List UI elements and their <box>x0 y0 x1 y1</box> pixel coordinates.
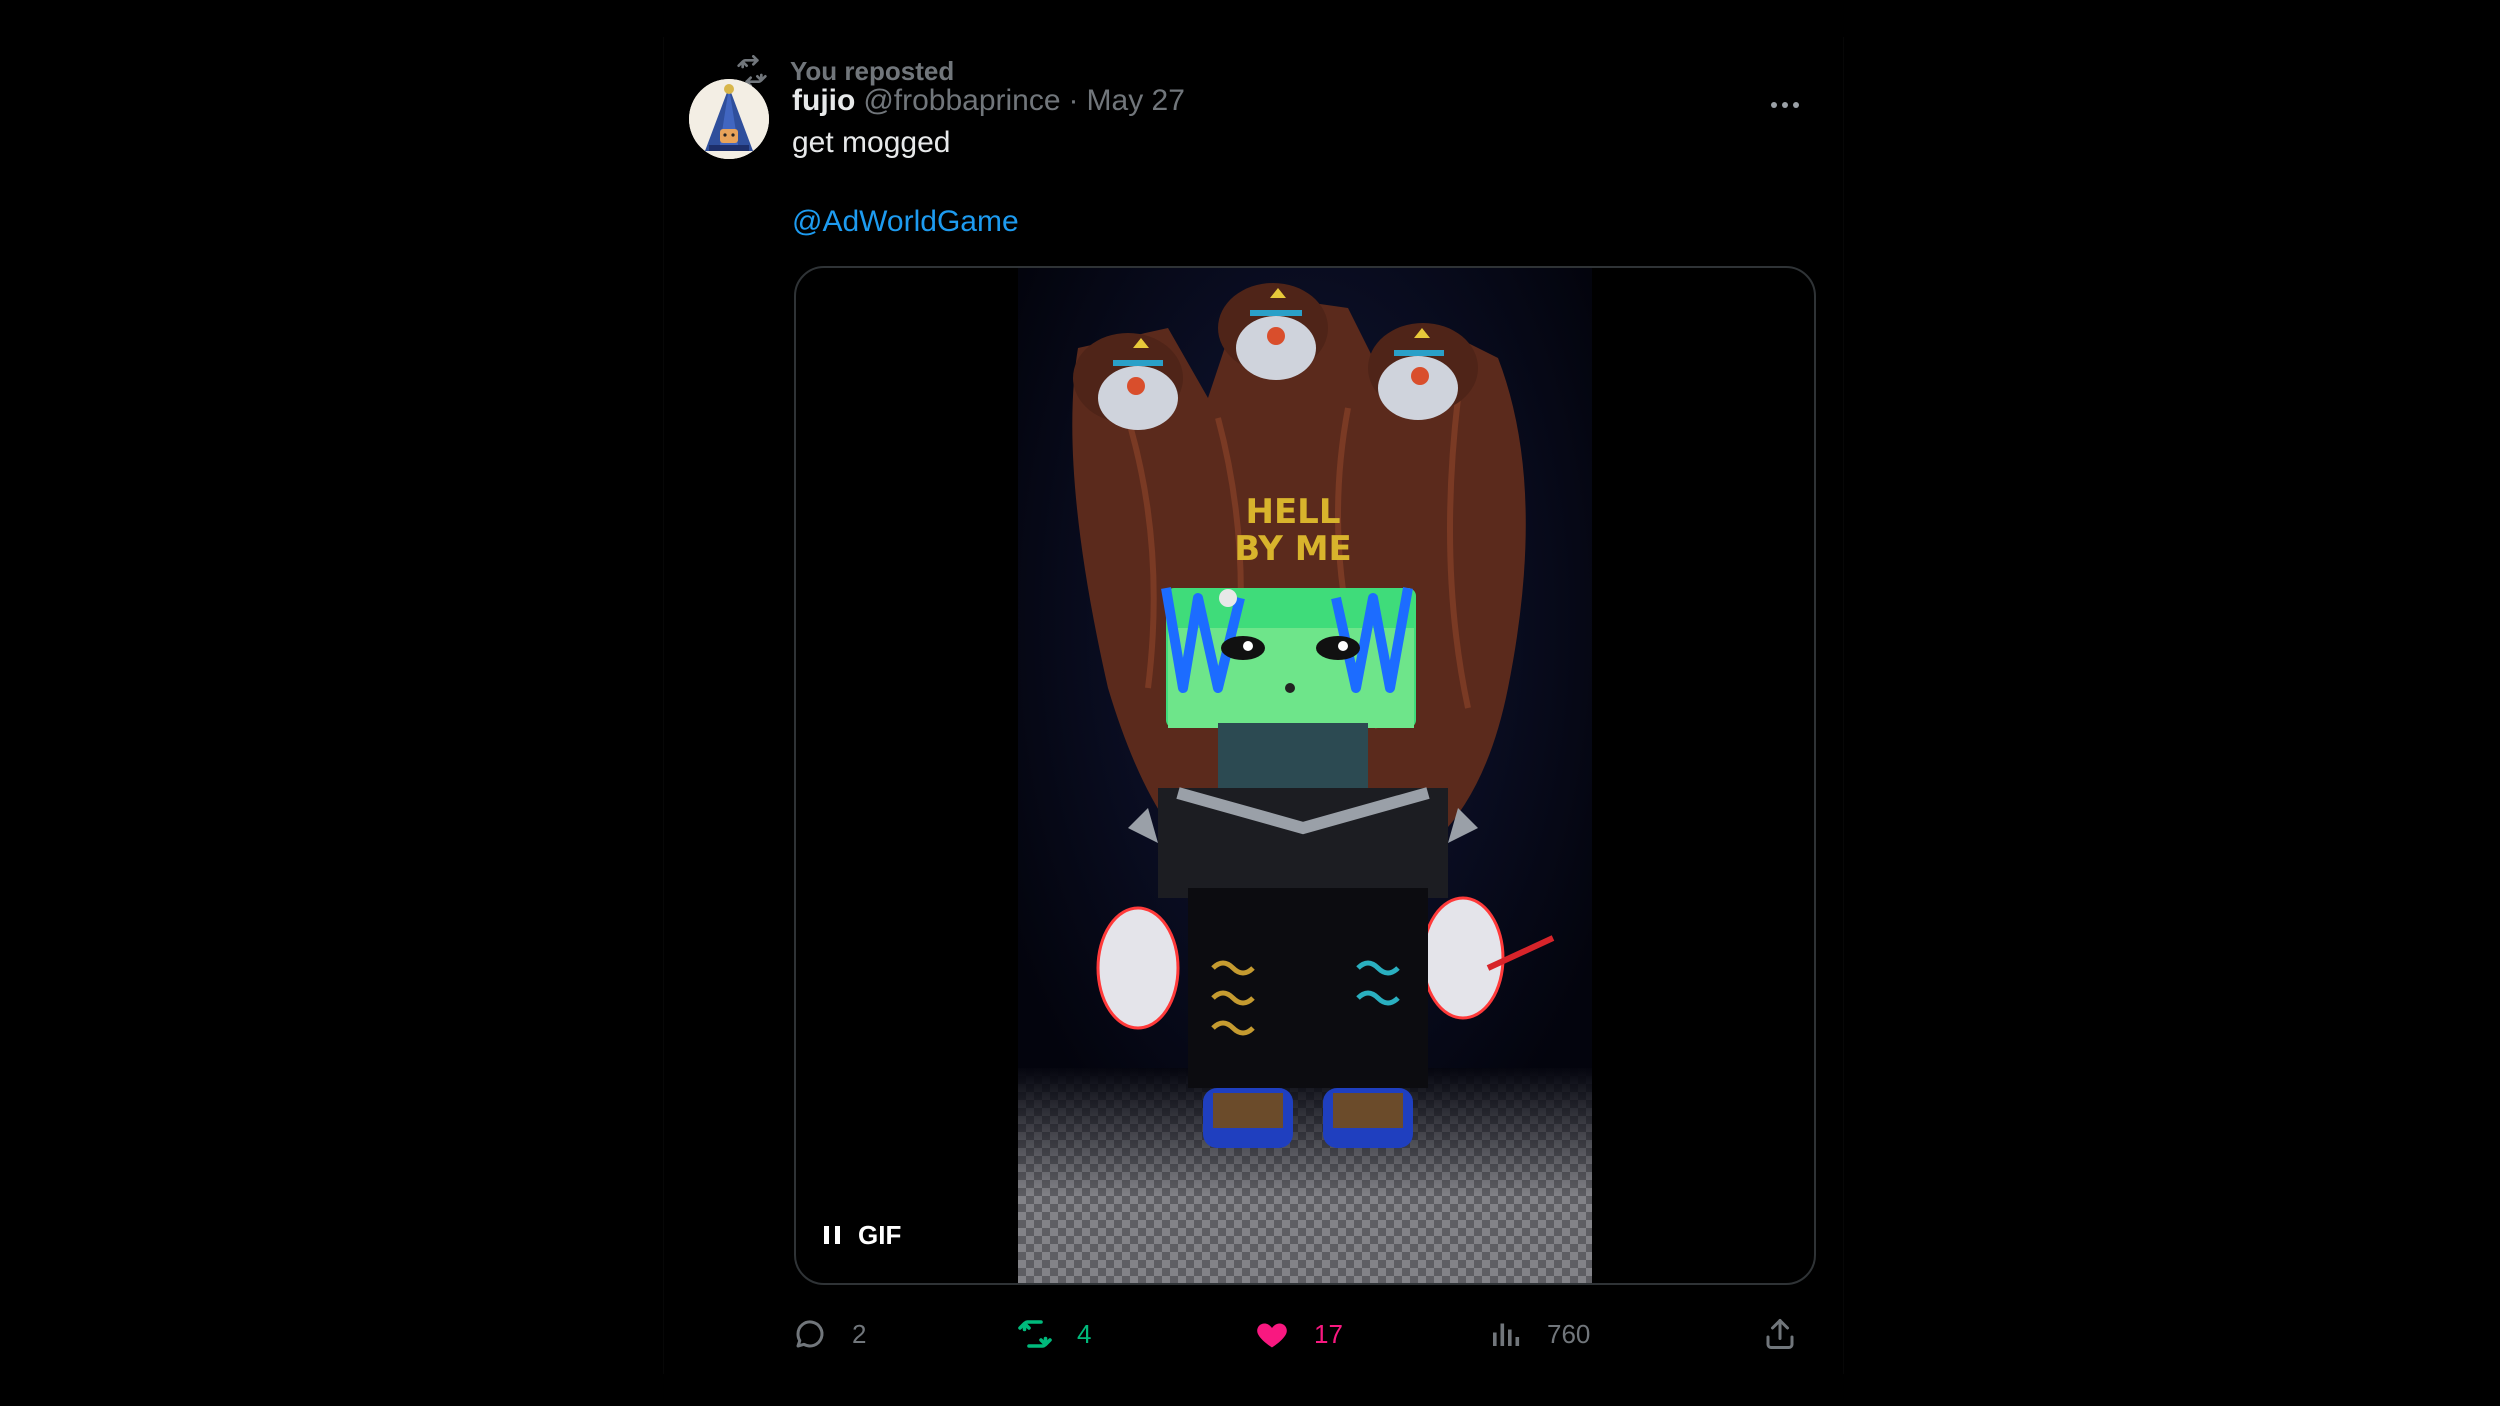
reply-button[interactable]: 2 <box>792 1309 866 1359</box>
more-icon-dot <box>1793 102 1799 108</box>
author-name[interactable]: fujio <box>792 84 855 118</box>
pause-bar <box>824 1226 829 1244</box>
tweet-actions: 2 4 17 760 <box>792 1309 1812 1359</box>
pause-icon[interactable] <box>824 1226 840 1244</box>
tweet-date[interactable]: May 27 <box>1087 84 1185 118</box>
author-handle[interactable]: @frobbaprince <box>863 84 1060 118</box>
views-button[interactable]: 760 <box>1487 1309 1590 1359</box>
gif-image: HELL BY ME <box>1018 268 1592 1283</box>
retweet-count: 4 <box>1077 1318 1092 1349</box>
tweet-media[interactable]: HELL BY ME GIF <box>794 266 1816 1285</box>
retweet-button[interactable]: 4 <box>1017 1309 1091 1359</box>
more-icon-dot <box>1782 102 1788 108</box>
more-options-button[interactable] <box>1765 85 1805 125</box>
pause-bar <box>835 1226 840 1244</box>
shirt-text-line1: HELL <box>1245 492 1340 532</box>
share-icon <box>1766 1319 1794 1349</box>
gif-badge[interactable]: GIF <box>824 1215 901 1255</box>
mention-link[interactable]: @AdWorldGame <box>792 202 1019 242</box>
avatar[interactable] <box>689 79 769 159</box>
reply-icon <box>796 1320 824 1348</box>
heart-icon <box>1257 1323 1287 1348</box>
like-button[interactable]: 17 <box>1254 1309 1343 1359</box>
shirt-text-line2: BY ME <box>1234 529 1352 569</box>
more-icon-dot <box>1771 102 1777 108</box>
views-count: 760 <box>1547 1318 1591 1349</box>
avatar-image <box>689 79 769 159</box>
views-icon <box>1493 1323 1520 1346</box>
retweet-icon <box>1018 1320 1052 1348</box>
like-count: 17 <box>1314 1318 1343 1349</box>
tweet-text: get mogged <box>792 126 951 159</box>
tweet-header: fujio @frobbaprince · May 27 <box>792 79 1185 123</box>
reply-count: 2 <box>852 1318 867 1349</box>
share-button[interactable] <box>1762 1309 1798 1359</box>
separator-dot: · <box>1068 84 1079 117</box>
tweet-card[interactable]: You reposted fujio @frobbaprince · May 2… <box>663 37 1844 1374</box>
gif-label: GIF <box>858 1219 902 1250</box>
